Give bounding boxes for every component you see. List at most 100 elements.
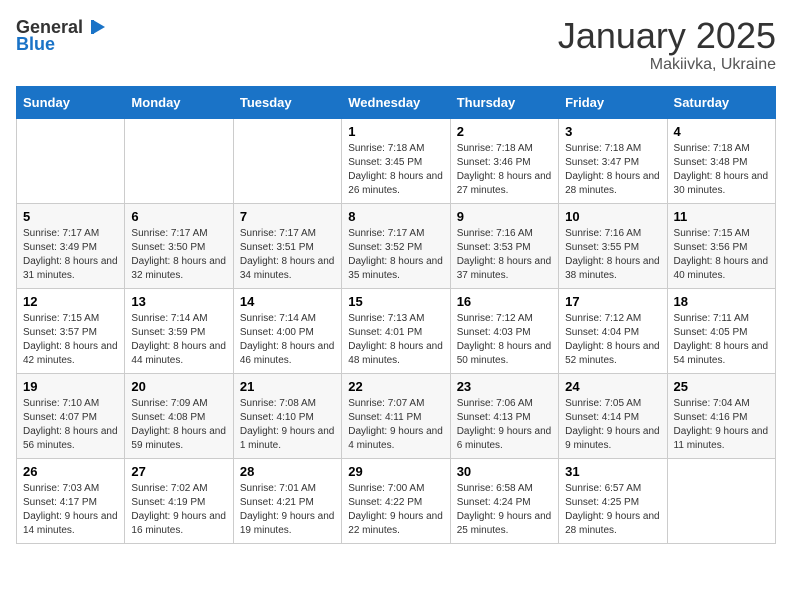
day-info: Sunrise: 7:12 AM Sunset: 4:03 PM Dayligh… [457, 312, 552, 368]
day-number: 12 [23, 294, 118, 309]
weekday-header-monday: Monday [125, 86, 233, 118]
day-number: 23 [457, 379, 552, 394]
day-info: Sunrise: 6:58 AM Sunset: 4:24 PM Dayligh… [457, 482, 552, 538]
day-info: Sunrise: 7:13 AM Sunset: 4:01 PM Dayligh… [348, 312, 443, 368]
day-info: Sunrise: 7:17 AM Sunset: 3:51 PM Dayligh… [240, 227, 335, 283]
calendar-cell: 24 Sunrise: 7:05 AM Sunset: 4:14 PM Dayli… [559, 373, 667, 458]
day-info: Sunrise: 7:16 AM Sunset: 3:53 PM Dayligh… [457, 227, 552, 283]
day-number: 1 [348, 124, 443, 139]
day-number: 26 [23, 464, 118, 479]
calendar-cell: 1 Sunrise: 7:18 AM Sunset: 3:45 PM Daylig… [342, 118, 450, 203]
logo: General Blue [16, 16, 107, 55]
calendar-cell [233, 118, 341, 203]
calendar-cell: 11 Sunrise: 7:15 AM Sunset: 3:56 PM Dayli… [667, 203, 775, 288]
day-info: Sunrise: 7:07 AM Sunset: 4:11 PM Dayligh… [348, 397, 443, 453]
day-number: 30 [457, 464, 552, 479]
calendar-cell [17, 118, 125, 203]
day-info: Sunrise: 7:17 AM Sunset: 3:50 PM Dayligh… [131, 227, 226, 283]
calendar-cell: 19 Sunrise: 7:10 AM Sunset: 4:07 PM Dayli… [17, 373, 125, 458]
day-number: 18 [674, 294, 769, 309]
day-number: 24 [565, 379, 660, 394]
day-info: Sunrise: 7:08 AM Sunset: 4:10 PM Dayligh… [240, 397, 335, 453]
calendar-cell: 26 Sunrise: 7:03 AM Sunset: 4:17 PM Dayli… [17, 458, 125, 543]
calendar-cell: 13 Sunrise: 7:14 AM Sunset: 3:59 PM Dayli… [125, 288, 233, 373]
day-info: Sunrise: 7:04 AM Sunset: 4:16 PM Dayligh… [674, 397, 769, 453]
calendar-cell: 25 Sunrise: 7:04 AM Sunset: 4:16 PM Dayli… [667, 373, 775, 458]
calendar-cell: 9 Sunrise: 7:16 AM Sunset: 3:53 PM Daylig… [450, 203, 558, 288]
day-info: Sunrise: 7:17 AM Sunset: 3:52 PM Dayligh… [348, 227, 443, 283]
weekday-header-thursday: Thursday [450, 86, 558, 118]
day-info: Sunrise: 7:02 AM Sunset: 4:19 PM Dayligh… [131, 482, 226, 538]
day-number: 29 [348, 464, 443, 479]
day-number: 8 [348, 209, 443, 224]
day-number: 7 [240, 209, 335, 224]
calendar-cell: 16 Sunrise: 7:12 AM Sunset: 4:03 PM Dayli… [450, 288, 558, 373]
calendar-cell: 29 Sunrise: 7:00 AM Sunset: 4:22 PM Dayli… [342, 458, 450, 543]
page-header: General Blue January 2025 Makiivka, Ukra… [16, 16, 776, 74]
title-block: January 2025 Makiivka, Ukraine [558, 16, 776, 74]
day-number: 3 [565, 124, 660, 139]
day-info: Sunrise: 6:57 AM Sunset: 4:25 PM Dayligh… [565, 482, 660, 538]
calendar-cell: 21 Sunrise: 7:08 AM Sunset: 4:10 PM Dayli… [233, 373, 341, 458]
calendar-week-row: 12 Sunrise: 7:15 AM Sunset: 3:57 PM Dayli… [17, 288, 776, 373]
calendar-cell: 22 Sunrise: 7:07 AM Sunset: 4:11 PM Dayli… [342, 373, 450, 458]
calendar-cell: 14Sunrise: 7:14 AM Sunset: 4:00 PM Dayli… [233, 288, 341, 373]
day-number: 13 [131, 294, 226, 309]
day-info: Sunrise: 7:15 AM Sunset: 3:56 PM Dayligh… [674, 227, 769, 283]
day-number: 9 [457, 209, 552, 224]
calendar-cell: 17 Sunrise: 7:12 AM Sunset: 4:04 PM Dayli… [559, 288, 667, 373]
day-number: 22 [348, 379, 443, 394]
weekday-header-saturday: Saturday [667, 86, 775, 118]
day-number: 17 [565, 294, 660, 309]
day-info: Sunrise: 7:01 AM Sunset: 4:21 PM Dayligh… [240, 482, 335, 538]
location-subtitle: Makiivka, Ukraine [558, 56, 776, 74]
day-number: 6 [131, 209, 226, 224]
day-info: Sunrise: 7:18 AM Sunset: 3:46 PM Dayligh… [457, 142, 552, 198]
day-info: Sunrise: 7:05 AM Sunset: 4:14 PM Dayligh… [565, 397, 660, 453]
day-number: 10 [565, 209, 660, 224]
calendar-cell: 10 Sunrise: 7:16 AM Sunset: 3:55 PM Dayli… [559, 203, 667, 288]
day-number: 11 [674, 209, 769, 224]
day-info: Sunrise: 7:10 AM Sunset: 4:07 PM Dayligh… [23, 397, 118, 453]
calendar-cell: 20 Sunrise: 7:09 AM Sunset: 4:08 PM Dayli… [125, 373, 233, 458]
logo-blue-text: Blue [16, 34, 55, 55]
day-number: 15 [348, 294, 443, 309]
day-number: 19 [23, 379, 118, 394]
day-number: 5 [23, 209, 118, 224]
calendar-cell: 28Sunrise: 7:01 AM Sunset: 4:21 PM Dayli… [233, 458, 341, 543]
calendar-cell: 23Sunrise: 7:06 AM Sunset: 4:13 PM Dayli… [450, 373, 558, 458]
calendar-cell: 18Sunrise: 7:11 AM Sunset: 4:05 PM Dayli… [667, 288, 775, 373]
calendar-week-row: 5Sunrise: 7:17 AM Sunset: 3:49 PM Daylig… [17, 203, 776, 288]
day-number: 27 [131, 464, 226, 479]
calendar-week-row: 1 Sunrise: 7:18 AM Sunset: 3:45 PM Daylig… [17, 118, 776, 203]
weekday-header-friday: Friday [559, 86, 667, 118]
day-info: Sunrise: 7:18 AM Sunset: 3:45 PM Dayligh… [348, 142, 443, 198]
day-number: 20 [131, 379, 226, 394]
weekday-header-sunday: Sunday [17, 86, 125, 118]
day-number: 2 [457, 124, 552, 139]
calendar-cell: 5Sunrise: 7:17 AM Sunset: 3:49 PM Daylig… [17, 203, 125, 288]
calendar-week-row: 26 Sunrise: 7:03 AM Sunset: 4:17 PM Dayli… [17, 458, 776, 543]
day-info: Sunrise: 7:03 AM Sunset: 4:17 PM Dayligh… [23, 482, 118, 538]
calendar-cell: 3 Sunrise: 7:18 AM Sunset: 3:47 PM Daylig… [559, 118, 667, 203]
day-info: Sunrise: 7:15 AM Sunset: 3:57 PM Dayligh… [23, 312, 118, 368]
calendar-cell [667, 458, 775, 543]
calendar-cell [125, 118, 233, 203]
day-info: Sunrise: 7:09 AM Sunset: 4:08 PM Dayligh… [131, 397, 226, 453]
day-info: Sunrise: 7:12 AM Sunset: 4:04 PM Dayligh… [565, 312, 660, 368]
calendar-cell: 4Sunrise: 7:18 AM Sunset: 3:48 PM Daylig… [667, 118, 775, 203]
calendar-cell: 6 Sunrise: 7:17 AM Sunset: 3:50 PM Daylig… [125, 203, 233, 288]
calendar-cell: 2 Sunrise: 7:18 AM Sunset: 3:46 PM Daylig… [450, 118, 558, 203]
day-info: Sunrise: 7:00 AM Sunset: 4:22 PM Dayligh… [348, 482, 443, 538]
day-info: Sunrise: 7:16 AM Sunset: 3:55 PM Dayligh… [565, 227, 660, 283]
calendar-cell: 15 Sunrise: 7:13 AM Sunset: 4:01 PM Dayli… [342, 288, 450, 373]
calendar-cell: 30 Sunrise: 6:58 AM Sunset: 4:24 PM Dayli… [450, 458, 558, 543]
calendar-cell: 12 Sunrise: 7:15 AM Sunset: 3:57 PM Dayli… [17, 288, 125, 373]
day-number: 25 [674, 379, 769, 394]
day-number: 21 [240, 379, 335, 394]
month-year-title: January 2025 [558, 16, 776, 56]
day-number: 14 [240, 294, 335, 309]
day-info: Sunrise: 7:18 AM Sunset: 3:47 PM Dayligh… [565, 142, 660, 198]
day-number: 16 [457, 294, 552, 309]
day-info: Sunrise: 7:14 AM Sunset: 3:59 PM Dayligh… [131, 312, 226, 368]
